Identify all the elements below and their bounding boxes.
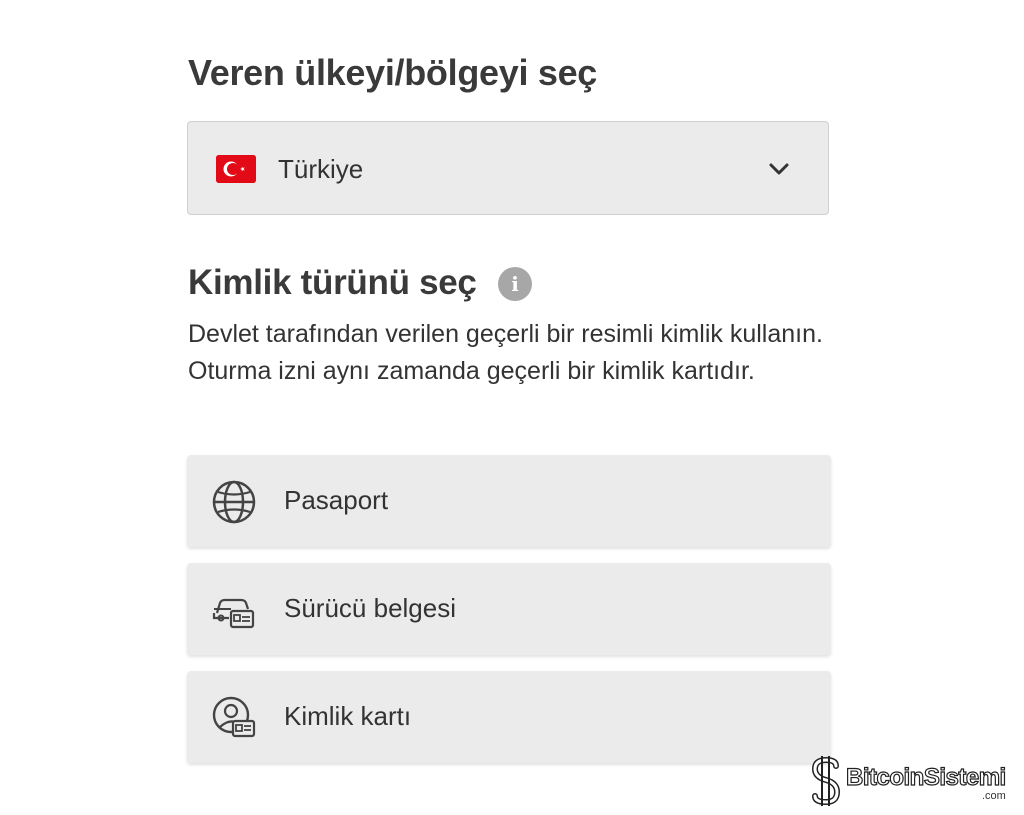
country-select[interactable]: Türkiye	[187, 121, 829, 215]
watermark-suffix: .com	[982, 790, 1006, 802]
selected-country: Türkiye	[278, 154, 364, 184]
id-section-description: Devlet tarafından verilen geçerli bir re…	[188, 320, 823, 385]
option-drivers-license[interactable]: Sürücü belgesi	[187, 563, 831, 655]
globe-icon	[212, 480, 256, 524]
car-card-icon	[212, 598, 255, 629]
watermark-text: BitcoinSistemi	[845, 763, 1006, 791]
country-section-title: Veren ülkeyi/bölgeyi seç	[188, 52, 598, 93]
option-label: Kimlik kartı	[284, 701, 412, 731]
person-card-icon	[212, 696, 256, 738]
info-icon[interactable]: i	[498, 267, 532, 301]
id-section-title: Kimlik türünü seç	[188, 263, 477, 302]
bitcoin-s-logo-icon	[811, 756, 841, 806]
option-id-card[interactable]: Kimlik kartı	[187, 671, 831, 763]
option-label: Pasaport	[284, 485, 389, 515]
chevron-down-icon	[769, 163, 789, 175]
turkey-flag-icon	[216, 155, 256, 183]
option-label: Sürücü belgesi	[284, 593, 456, 623]
option-passport[interactable]: Pasaport	[187, 455, 831, 547]
watermark-logo: BitcoinSistemi .com	[808, 756, 1018, 808]
